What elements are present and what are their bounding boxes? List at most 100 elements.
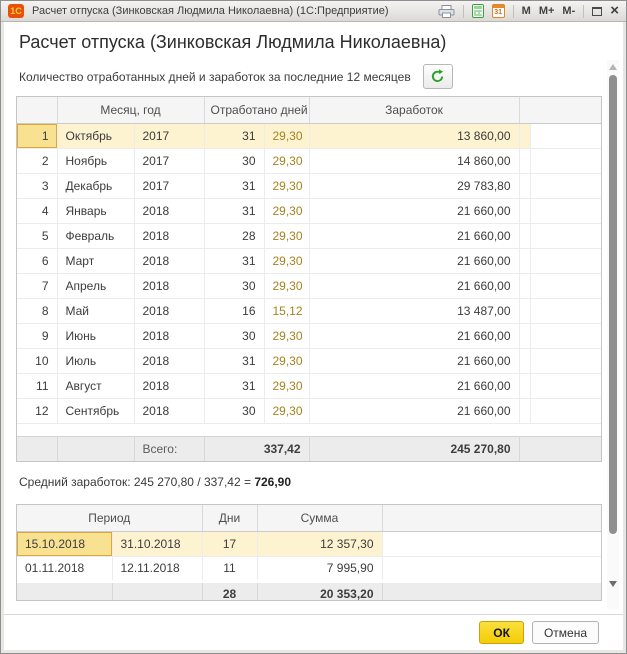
- cell-rownum[interactable]: 9: [17, 323, 57, 348]
- table-row[interactable]: 9 Июнь 2018 30 29,30 21 660,00: [17, 323, 601, 348]
- scrollbar-thumb[interactable]: [609, 75, 617, 534]
- scrollbar-down-icon[interactable]: [609, 581, 617, 587]
- cell-days[interactable]: 30: [204, 148, 264, 173]
- table-row[interactable]: 15.10.2018 31.10.2018 17 12 357,30: [17, 531, 601, 556]
- cell-days[interactable]: 31: [204, 373, 264, 398]
- cell-earnings[interactable]: 21 660,00: [309, 248, 519, 273]
- cell-month[interactable]: Апрель: [57, 273, 134, 298]
- cell-days[interactable]: 31: [204, 348, 264, 373]
- ok-button[interactable]: ОК: [479, 621, 524, 644]
- cell-month[interactable]: Октябрь: [57, 123, 134, 148]
- cell-year[interactable]: 2018: [134, 198, 204, 223]
- table-row[interactable]: 12 Сентябрь 2018 30 29,30 21 660,00: [17, 398, 601, 423]
- cell-month[interactable]: Май: [57, 298, 134, 323]
- cell-earnings[interactable]: 21 660,00: [309, 373, 519, 398]
- cell-rownum[interactable]: 5: [17, 223, 57, 248]
- cell-earnings[interactable]: 21 660,00: [309, 323, 519, 348]
- memory-minus-button[interactable]: M-: [562, 5, 575, 18]
- cell-avg-days[interactable]: 15,12: [264, 298, 309, 323]
- table-row[interactable]: 6 Март 2018 31 29,30 21 660,00: [17, 248, 601, 273]
- cell-days[interactable]: 31: [204, 248, 264, 273]
- cell-avg-days[interactable]: 29,30: [264, 323, 309, 348]
- print-icon[interactable]: [438, 5, 455, 18]
- cell-year[interactable]: 2017: [134, 148, 204, 173]
- cell-days[interactable]: 17: [202, 531, 257, 556]
- memory-plus-button[interactable]: M+: [539, 5, 555, 18]
- cell-rownum[interactable]: 12: [17, 398, 57, 423]
- cell-earnings[interactable]: 29 783,80: [309, 173, 519, 198]
- cell-month[interactable]: Ноябрь: [57, 148, 134, 173]
- table-row[interactable]: 4 Январь 2018 31 29,30 21 660,00: [17, 198, 601, 223]
- cell-avg-days[interactable]: 29,30: [264, 273, 309, 298]
- cell-avg-days[interactable]: 29,30: [264, 223, 309, 248]
- cell-days[interactable]: 31: [204, 198, 264, 223]
- cell-year[interactable]: 2018: [134, 348, 204, 373]
- cell-avg-days[interactable]: 29,30: [264, 173, 309, 198]
- vertical-scrollbar[interactable]: [607, 60, 619, 609]
- refresh-button[interactable]: [423, 64, 453, 89]
- cell-month[interactable]: Июнь: [57, 323, 134, 348]
- cell-avg-days[interactable]: 29,30: [264, 348, 309, 373]
- table-row[interactable]: 10 Июль 2018 31 29,30 21 660,00: [17, 348, 601, 373]
- cell-avg-days[interactable]: 29,30: [264, 198, 309, 223]
- cell-month[interactable]: Март: [57, 248, 134, 273]
- cell-avg-days[interactable]: 29,30: [264, 398, 309, 423]
- table-row[interactable]: 5 Февраль 2018 28 29,30 21 660,00: [17, 223, 601, 248]
- table-row[interactable]: 2 Ноябрь 2017 30 29,30 14 860,00: [17, 148, 601, 173]
- cell-avg-days[interactable]: 29,30: [264, 123, 309, 148]
- cell-avg-days[interactable]: 29,30: [264, 148, 309, 173]
- cell-month[interactable]: Сентябрь: [57, 398, 134, 423]
- cell-days[interactable]: 30: [204, 323, 264, 348]
- cell-year[interactable]: 2018: [134, 223, 204, 248]
- cell-rownum[interactable]: 8: [17, 298, 57, 323]
- cell-year[interactable]: 2018: [134, 398, 204, 423]
- cell-month[interactable]: Февраль: [57, 223, 134, 248]
- cell-earnings[interactable]: 21 660,00: [309, 348, 519, 373]
- memory-button[interactable]: M: [522, 5, 531, 18]
- cell-year[interactable]: 2017: [134, 173, 204, 198]
- table-row[interactable]: 7 Апрель 2018 30 29,30 21 660,00: [17, 273, 601, 298]
- cell-rownum[interactable]: 7: [17, 273, 57, 298]
- cell-rownum[interactable]: 6: [17, 248, 57, 273]
- cell-earnings[interactable]: 21 660,00: [309, 198, 519, 223]
- cell-period-to[interactable]: 31.10.2018: [112, 531, 202, 556]
- cell-days[interactable]: 30: [204, 398, 264, 423]
- cell-year[interactable]: 2018: [134, 248, 204, 273]
- cell-month[interactable]: Август: [57, 373, 134, 398]
- cell-year[interactable]: 2018: [134, 323, 204, 348]
- cell-year[interactable]: 2018: [134, 373, 204, 398]
- cell-days[interactable]: 11: [202, 556, 257, 581]
- cell-rownum[interactable]: 10: [17, 348, 57, 373]
- cell-earnings[interactable]: 14 860,00: [309, 148, 519, 173]
- table-row[interactable]: 11 Август 2018 31 29,30 21 660,00: [17, 373, 601, 398]
- cell-avg-days[interactable]: 29,30: [264, 373, 309, 398]
- cell-days[interactable]: 31: [204, 173, 264, 198]
- cell-sum[interactable]: 12 357,30: [257, 531, 382, 556]
- table-row[interactable]: 3 Декабрь 2017 31 29,30 29 783,80: [17, 173, 601, 198]
- close-icon[interactable]: ×: [610, 5, 619, 17]
- cancel-button[interactable]: Отмена: [532, 621, 599, 644]
- cell-month[interactable]: Январь: [57, 198, 134, 223]
- calculator-icon[interactable]: [472, 4, 484, 18]
- cell-avg-days[interactable]: 29,30: [264, 248, 309, 273]
- cell-earnings[interactable]: 21 660,00: [309, 398, 519, 423]
- cell-earnings[interactable]: 13 860,00: [309, 123, 519, 148]
- table-row[interactable]: 1 Октябрь 2017 31 29,30 13 860,00: [17, 123, 601, 148]
- cell-rownum[interactable]: 2: [17, 148, 57, 173]
- cell-rownum[interactable]: 11: [17, 373, 57, 398]
- cell-year[interactable]: 2018: [134, 298, 204, 323]
- cell-days[interactable]: 16: [204, 298, 264, 323]
- cell-days[interactable]: 31: [204, 123, 264, 148]
- cell-period-from[interactable]: 01.11.2018: [17, 556, 112, 581]
- cell-days[interactable]: 30: [204, 273, 264, 298]
- cell-earnings[interactable]: 21 660,00: [309, 273, 519, 298]
- cell-rownum[interactable]: 3: [17, 173, 57, 198]
- cell-rownum[interactable]: 4: [17, 198, 57, 223]
- cell-earnings[interactable]: 13 487,00: [309, 298, 519, 323]
- table-row[interactable]: 01.11.2018 12.11.2018 11 7 995,90: [17, 556, 601, 581]
- cell-period-to[interactable]: 12.11.2018: [112, 556, 202, 581]
- cell-sum[interactable]: 7 995,90: [257, 556, 382, 581]
- cell-year[interactable]: 2018: [134, 273, 204, 298]
- cell-earnings[interactable]: 21 660,00: [309, 223, 519, 248]
- cell-year[interactable]: 2017: [134, 123, 204, 148]
